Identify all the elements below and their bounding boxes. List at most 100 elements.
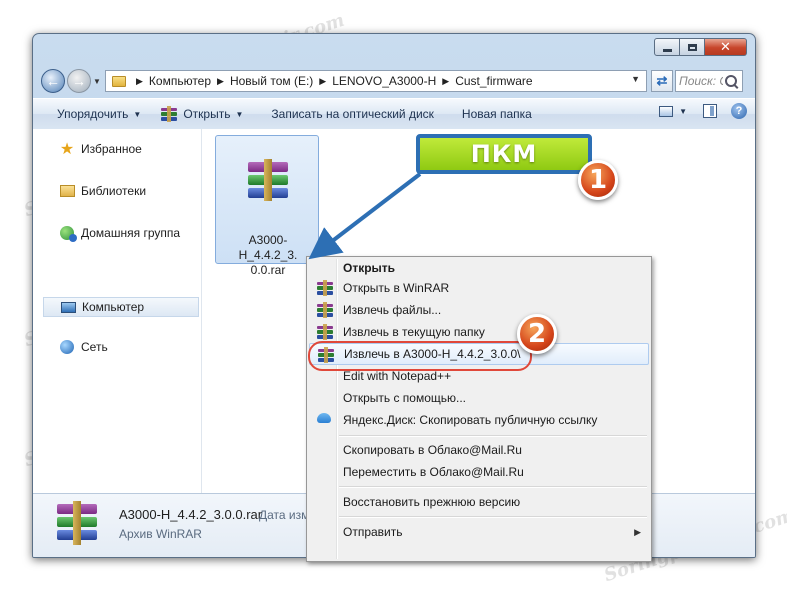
winrar-icon bbox=[317, 324, 333, 340]
minimize-button[interactable] bbox=[654, 38, 680, 56]
search-icon bbox=[725, 75, 737, 87]
maximize-icon bbox=[687, 43, 697, 51]
nav-item-homegroup[interactable]: Домашняя группа bbox=[59, 225, 181, 242]
breadcrumb-item[interactable]: Новый том (E:) bbox=[230, 74, 313, 88]
context-menu: Открыть Открыть в WinRAR Извлечь файлы..… bbox=[306, 256, 652, 562]
menu-item-copy-mailru[interactable]: Скопировать в Облако@Mail.Ru bbox=[309, 439, 649, 461]
menu-item-open-in-winrar[interactable]: Открыть в WinRAR bbox=[309, 277, 649, 299]
back-button[interactable]: ← bbox=[41, 69, 65, 93]
new-folder-button[interactable]: Новая папка bbox=[444, 102, 542, 126]
network-icon bbox=[59, 339, 75, 355]
chevron-down-icon[interactable]: ▼ bbox=[631, 74, 640, 84]
star-icon: ★ bbox=[59, 139, 75, 158]
nav-item-label: Сеть bbox=[81, 340, 108, 354]
menu-item-label: Извлечь файлы... bbox=[343, 303, 442, 317]
minimize-icon bbox=[662, 48, 672, 52]
chevron-down-icon: ▼ bbox=[235, 109, 244, 119]
window-controls: ✕ bbox=[654, 38, 747, 56]
breadcrumb: ▶ Компьютер ▶ Новый том (E:) ▶ LENOVO_A3… bbox=[130, 74, 533, 88]
menu-item-label: Открыть с помощью... bbox=[343, 391, 467, 405]
menu-item-label: Edit with Notepad++ bbox=[343, 369, 452, 383]
breadcrumb-item[interactable]: LENOVO_A3000-H bbox=[332, 74, 436, 88]
yandex-disk-icon bbox=[317, 413, 331, 423]
chevron-right-icon[interactable]: ▶ bbox=[217, 76, 224, 87]
nav-item-favorites[interactable]: ★ Избранное bbox=[59, 141, 142, 157]
highlight-ring bbox=[308, 341, 532, 371]
new-folder-label: Новая папка bbox=[461, 107, 532, 121]
menu-item-label: Отправить bbox=[343, 525, 403, 539]
recent-pages-dropdown[interactable]: ▼ bbox=[93, 77, 101, 86]
chevron-down-icon[interactable]: ▼ bbox=[679, 107, 687, 116]
chevron-down-icon: ▼ bbox=[133, 109, 142, 119]
menu-item-label: Извлечь в текущую папку bbox=[343, 325, 485, 339]
winrar-archive-icon bbox=[248, 159, 288, 201]
preview-pane-icon[interactable] bbox=[703, 104, 717, 118]
menu-item-label: Открыть bbox=[343, 261, 396, 275]
chevron-right-icon[interactable]: ▶ bbox=[442, 76, 449, 87]
search-box[interactable] bbox=[675, 70, 743, 92]
details-date-label: Дата изм bbox=[259, 508, 310, 522]
menu-item-label: Яндекс.Диск: Скопировать публичную ссылк… bbox=[343, 413, 598, 427]
menu-item-send-to[interactable]: Отправить ▶ bbox=[309, 521, 649, 543]
nav-item-label: Компьютер bbox=[82, 300, 145, 314]
menu-item-open[interactable]: Открыть bbox=[309, 257, 649, 279]
arrow-right-icon: → bbox=[72, 73, 86, 89]
organize-label: Упорядочить bbox=[57, 107, 129, 121]
winrar-archive-icon bbox=[57, 501, 97, 545]
rmb-callout: ПКМ bbox=[416, 134, 592, 174]
menu-item-open-with[interactable]: Открыть с помощью... bbox=[309, 387, 649, 409]
nav-item-libraries[interactable]: Библиотеки bbox=[59, 183, 146, 199]
address-bar[interactable]: ▶ Компьютер ▶ Новый том (E:) ▶ LENOVO_A3… bbox=[105, 70, 647, 92]
forward-button[interactable]: → bbox=[67, 69, 91, 93]
step-1-badge: 1 bbox=[578, 160, 618, 200]
homegroup-icon bbox=[59, 225, 77, 242]
menu-item-label: Скопировать в Облако@Mail.Ru bbox=[343, 443, 522, 457]
chevron-right-icon[interactable]: ▶ bbox=[319, 76, 326, 87]
menu-separator bbox=[339, 516, 647, 518]
nav-item-label: Домашняя группа bbox=[81, 226, 181, 240]
chevron-right-icon: ▶ bbox=[634, 526, 641, 537]
search-input[interactable] bbox=[676, 74, 723, 88]
menu-item-label: Восстановить прежнюю версию bbox=[343, 495, 521, 509]
file-item[interactable]: A3000-H_4.4.2_3. 0.0.rar bbox=[215, 135, 319, 277]
file-name: A3000-H_4.4.2_3. 0.0.rar bbox=[220, 233, 316, 278]
step-2-badge: 2 bbox=[517, 314, 557, 354]
arrow-left-icon: ← bbox=[46, 73, 60, 89]
file-name-line: A3000-H_4.4.2_3. bbox=[238, 233, 298, 262]
breadcrumb-item[interactable]: Cust_firmware bbox=[455, 74, 532, 88]
close-icon: ✕ bbox=[720, 39, 731, 55]
winrar-icon bbox=[317, 280, 333, 296]
burn-label: Записать на оптический диск bbox=[271, 107, 434, 121]
menu-item-label: Открыть в WinRAR bbox=[343, 281, 450, 295]
menu-item-extract-here[interactable]: Извлечь в текущую папку bbox=[309, 321, 649, 343]
chevron-right-icon[interactable]: ▶ bbox=[136, 76, 143, 87]
folder-icon bbox=[112, 75, 126, 87]
nav-item-computer[interactable]: Компьютер bbox=[43, 297, 199, 317]
nav-item-label: Библиотеки bbox=[81, 184, 147, 198]
nav-item-network[interactable]: Сеть bbox=[59, 339, 108, 355]
open-label: Открыть bbox=[183, 107, 231, 121]
view-icon[interactable] bbox=[659, 105, 674, 117]
organize-button[interactable]: Упорядочить ▼ bbox=[33, 102, 151, 126]
navigation-pane: ★ Избранное Библиотеки Домашняя группа К… bbox=[33, 129, 202, 493]
burn-button[interactable]: Записать на оптический диск bbox=[253, 102, 444, 126]
nav-item-label: Избранное bbox=[81, 142, 142, 156]
navigation-bar: ← → ▼ ▶ Компьютер ▶ Новый том (E:) ▶ LEN… bbox=[39, 68, 743, 94]
menu-item-extract-files[interactable]: Извлечь файлы... bbox=[309, 299, 649, 321]
maximize-button[interactable] bbox=[680, 38, 705, 56]
breadcrumb-item[interactable]: Компьютер bbox=[149, 74, 211, 88]
open-button[interactable]: Открыть ▼ bbox=[151, 102, 253, 126]
help-icon[interactable]: ? bbox=[731, 103, 747, 119]
winrar-icon bbox=[317, 302, 333, 318]
command-bar: Упорядочить ▼ Открыть ▼ Записать на опти… bbox=[33, 98, 755, 130]
details-file-name: A3000-H_4.4.2_3.0.0.rar bbox=[119, 507, 263, 522]
refresh-button[interactable]: ⇄ bbox=[651, 70, 673, 92]
menu-item-restore-version[interactable]: Восстановить прежнюю версию bbox=[309, 491, 649, 513]
details-file-type: Архив WinRAR bbox=[119, 527, 202, 541]
close-button[interactable]: ✕ bbox=[705, 38, 747, 56]
menu-item-label: Переместить в Облако@Mail.Ru bbox=[343, 465, 524, 479]
menu-item-move-mailru[interactable]: Переместить в Облако@Mail.Ru bbox=[309, 461, 649, 483]
menu-item-yandex-disk[interactable]: Яндекс.Диск: Скопировать публичную ссылк… bbox=[309, 409, 649, 431]
refresh-icon: ⇄ bbox=[656, 73, 668, 88]
view-controls: ▼ ? bbox=[659, 103, 747, 119]
